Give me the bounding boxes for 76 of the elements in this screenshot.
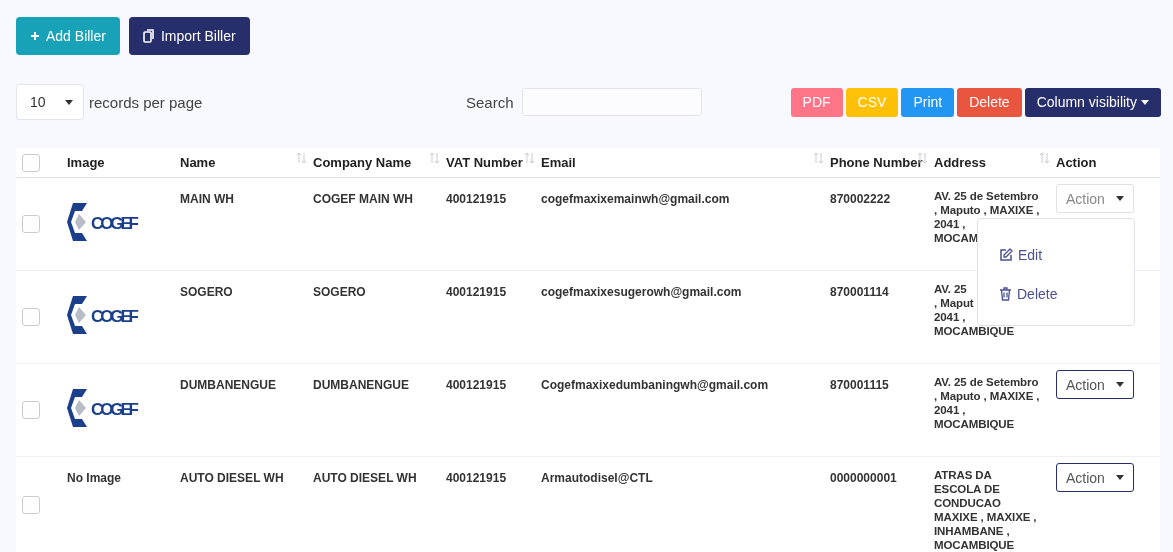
- table-cell: 0000000001: [830, 471, 897, 486]
- address-line: , Maputo , MAXIXE ,: [934, 203, 1040, 217]
- table-cell: 400121915: [446, 285, 507, 300]
- trash-icon: [999, 286, 1012, 301]
- address-line: 2041 ,: [934, 310, 966, 324]
- table-cell: AUTO DIESEL WH: [180, 471, 284, 486]
- search-field[interactable]: [521, 88, 702, 116]
- copy-icon: [142, 29, 155, 43]
- column-header: Image: [67, 155, 105, 170]
- address-line: CONDUCAO: [934, 496, 1001, 510]
- caret-icon: [1116, 382, 1124, 387]
- column-header: Company Name: [313, 155, 412, 170]
- address-line: MOCAMBIQUE: [934, 324, 1015, 338]
- table-cell: 870001115: [830, 378, 889, 393]
- table-cell: Cogefmaxixedumbaningwh@gmail.com: [541, 378, 769, 393]
- table-cell: 400121915: [446, 471, 507, 486]
- table-cell: DUMBANENGUE: [313, 378, 409, 393]
- page-size-select[interactable]: 10: [16, 84, 84, 120]
- search-label: Search: [466, 93, 514, 111]
- table-cell: SOGERO: [313, 285, 366, 300]
- address-line: AV. 25: [934, 282, 967, 296]
- table-cell: MAIN WH: [180, 192, 234, 207]
- company-logo: COGEF: [67, 203, 141, 241]
- table-cell: DUMBANENGUE: [180, 378, 276, 393]
- row-checkbox[interactable]: [22, 215, 40, 233]
- address-line: , Maputo , MAXIXE ,: [934, 389, 1040, 403]
- column-header: Email: [541, 155, 576, 170]
- caret-icon: [1141, 99, 1149, 105]
- table-cell: Armautodisel@CTL: [541, 471, 653, 486]
- action-button[interactable]: Action: [1056, 184, 1134, 213]
- caret-icon: [65, 99, 73, 105]
- address-line: MOCAM: [934, 231, 979, 245]
- action-button[interactable]: Action: [1056, 463, 1134, 492]
- columns-button[interactable]: Column visibility: [1024, 87, 1161, 117]
- column-header: Action: [1056, 155, 1097, 170]
- row-checkbox[interactable]: [22, 308, 40, 326]
- caret-icon: [1116, 196, 1124, 201]
- column-header: Phone Number: [830, 155, 923, 170]
- address-line: , Maput: [934, 296, 974, 310]
- table-cell: 870001114: [830, 285, 889, 300]
- column-header: VAT Number: [446, 155, 523, 170]
- edit-icon: [999, 247, 1013, 262]
- action-button[interactable]: Action: [1056, 370, 1134, 399]
- table-cell: AUTO DIESEL WH: [313, 471, 417, 486]
- column-header: Address: [934, 155, 987, 170]
- table-cell: 400121915: [446, 378, 507, 393]
- address-line: ATRAS DA: [934, 468, 992, 482]
- address-line: INHAMBANE ,: [934, 524, 1010, 538]
- company-logo: COGEF: [67, 389, 141, 427]
- table-cell: SOGERO: [180, 285, 233, 300]
- delete-menu-item[interactable]: Delete: [978, 274, 1134, 313]
- select-all-checkbox[interactable]: [22, 153, 40, 172]
- edit-menu-item[interactable]: Edit: [978, 235, 1134, 274]
- address-line: 2041 ,: [934, 217, 966, 231]
- row-checkbox[interactable]: [22, 495, 40, 514]
- table-cell: COGEF MAIN WH: [313, 192, 413, 207]
- address-line: MOCAMBIQUE: [934, 417, 1015, 431]
- table-cell: cogefmaxixesugerowh@gmail.com: [541, 285, 742, 300]
- caret-icon: [1116, 475, 1124, 480]
- table-cell: 400121915: [446, 192, 507, 207]
- address-line: MOCAMBIQUE: [934, 538, 1015, 552]
- address-line: ESCOLA DE: [934, 482, 1000, 496]
- row-checkbox[interactable]: [22, 401, 40, 419]
- no-image-text: No Image: [67, 471, 121, 486]
- table-cell: 870002222: [830, 192, 891, 207]
- column-header: Name: [180, 155, 216, 170]
- address-line: MAXIXE , MAXIXE ,: [934, 510, 1037, 524]
- address-line: 2041 ,: [934, 403, 966, 417]
- address-line: AV. 25 de Setembro: [934, 375, 1039, 389]
- import-biller-button[interactable]: Import Biller: [128, 17, 250, 55]
- records-per-page-label: records per page: [89, 93, 203, 111]
- plus-icon: [30, 31, 40, 41]
- company-logo: COGEF: [67, 296, 141, 334]
- delete-button[interactable]: Delete: [957, 87, 1022, 117]
- table-cell: cogefmaxixemainwh@gmail.com: [541, 192, 730, 207]
- address-line: AV. 25 de Setembro: [934, 189, 1039, 203]
